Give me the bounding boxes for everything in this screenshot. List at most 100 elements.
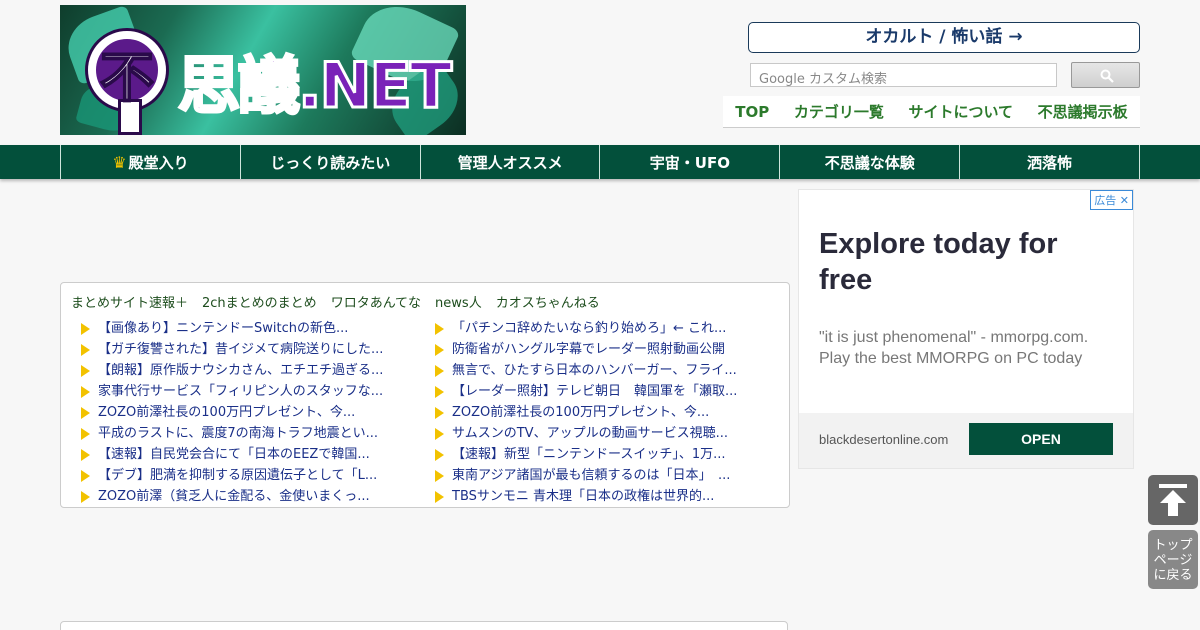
article-link[interactable]: ZOZO前澤（貧乏人に金配る、金使いまくっ... — [98, 485, 370, 504]
article-link[interactable]: 家事代行サービス「フィリピン人のスタッフな... — [98, 380, 383, 399]
list-item[interactable]: 家事代行サービス「フィリピン人のスタッフな... — [79, 379, 429, 400]
list-item[interactable]: ZOZO前澤社長の100万円プレゼント、今... — [79, 400, 429, 421]
bullet-triangle-icon — [81, 406, 90, 419]
partner-site-link[interactable]: news人 — [435, 292, 482, 311]
list-item[interactable]: 「パチンコ辞めたいなら釣り始めろ」← これ... — [433, 316, 783, 337]
partner-site-link[interactable]: まとめサイト速報＋ — [71, 292, 188, 311]
partner-site-link[interactable]: カオスちゃんねる — [496, 292, 600, 311]
list-item[interactable]: ZOZO前澤社長の100万円プレゼント、今... — [433, 400, 783, 421]
site-logo[interactable]: 不 思議.NET — [60, 5, 466, 135]
list-item[interactable]: 【画像あり】ニンテンドーSwitchの新色... — [79, 316, 429, 337]
nav-strange-experience-label: 不思議な体験 — [824, 153, 915, 172]
bullet-triangle-icon — [435, 364, 444, 377]
nav-space-ufo-label: 宇宙・UFO — [649, 153, 730, 172]
bullet-triangle-icon — [435, 469, 444, 482]
article-link[interactable]: 【レーダー照射】テレビ朝日 韓国軍を「瀬取... — [452, 380, 737, 399]
article-link[interactable]: 防衛省がハングル字幕でレーダー照射動画公開 — [452, 338, 725, 357]
article-link[interactable]: 【画像あり】ニンテンドーSwitchの新色... — [98, 317, 348, 336]
bullet-triangle-icon — [435, 448, 444, 461]
article-link[interactable]: 【ガチ復讐された】昔イジメて病院送りにした... — [98, 338, 383, 357]
nav-hall-of-fame[interactable]: ♛ 殿堂入り — [61, 145, 241, 179]
bullet-triangle-icon — [81, 343, 90, 356]
list-item[interactable]: 平成のラストに、震度7の南海トラフ地震とい... — [79, 421, 429, 442]
list-item[interactable]: 【ガチ復讐された】昔イジメて病院送りにした... — [79, 337, 429, 358]
search-input[interactable]: Google カスタム検索 — [750, 63, 1057, 87]
nav-long-reads[interactable]: じっくり読みたい — [241, 145, 421, 179]
search-button[interactable] — [1071, 62, 1140, 88]
article-link[interactable]: 東南アジア諸国が最も信頼するのは「日本」 ... — [452, 464, 730, 483]
top-navigation: TOP カテゴリ一覧 サイトについて 不思議掲示板 — [723, 96, 1140, 128]
article-link[interactable]: 「パチンコ辞めたいなら釣り始めろ」← これ... — [452, 317, 726, 336]
article-link[interactable]: 無言で、ひたすら日本のハンバーガー、フライ... — [452, 359, 737, 378]
list-item[interactable]: TBSサンモニ 青木理「日本の政権は世界的... — [433, 484, 783, 505]
article-link[interactable]: 【速報】新型「ニンテンドースイッチ」、1万... — [452, 443, 726, 462]
advertisement[interactable]: 広告 ✕ Explore today for free "it is just … — [798, 189, 1134, 469]
article-link[interactable]: ZOZO前澤社長の100万円プレゼント、今... — [98, 401, 355, 420]
ad-open-button[interactable]: OPEN — [969, 423, 1113, 455]
arrow-up-icon — [1159, 484, 1187, 516]
article-link[interactable]: 平成のラストに、震度7の南海トラフ地震とい... — [98, 422, 378, 441]
bullet-triangle-icon — [435, 322, 444, 335]
ad-body-text: "it is just phenomenal" - mmorpg.com. Pl… — [819, 329, 1089, 367]
nav-bbs[interactable]: 不思議掲示板 — [1038, 101, 1128, 122]
article-link[interactable]: 【デブ】肥満を抑制する原因遺伝子として「L... — [98, 464, 377, 483]
antenna-links-box: まとめサイト速報＋ 2chまとめのまとめ ワロタあんてな news人 カオスちゃ… — [60, 282, 790, 508]
ad-domain[interactable]: blackdesertonline.com — [819, 432, 948, 447]
back-to-top-page-button[interactable]: トップページに戻る — [1148, 530, 1198, 589]
bullet-triangle-icon — [81, 427, 90, 440]
nav-share-kowa[interactable]: 洒落怖 — [960, 145, 1140, 179]
article-link[interactable]: TBSサンモニ 青木理「日本の政権は世界的... — [452, 485, 714, 504]
list-item[interactable]: 【デブ】肥満を抑制する原因遺伝子として「L... — [79, 463, 429, 484]
bullet-triangle-icon — [435, 406, 444, 419]
article-link[interactable]: 【朗報】原作版ナウシカさん、エチエチ過ぎる... — [98, 359, 383, 378]
list-item[interactable]: 【レーダー照射】テレビ朝日 韓国軍を「瀬取... — [433, 379, 783, 400]
content-box — [60, 621, 788, 630]
list-item[interactable]: 防衛省がハングル字幕でレーダー照射動画公開 — [433, 337, 783, 358]
nav-share-kowa-label: 洒落怖 — [1027, 153, 1073, 172]
partner-site-link[interactable]: 2chまとめのまとめ — [202, 292, 317, 311]
logo-wordmark: 思議.NET — [176, 48, 453, 124]
bullet-triangle-icon — [81, 364, 90, 377]
bullet-triangle-icon — [81, 448, 90, 461]
nav-admin-picks-label: 管理人オススメ — [457, 153, 563, 172]
list-item[interactable]: 【速報】自民党会合にて「日本のEEZで韓国... — [79, 442, 429, 463]
list-item[interactable]: 【朗報】原作版ナウシカさん、エチエチ過ぎる... — [79, 358, 429, 379]
links-column-left: 【画像あり】ニンテンドーSwitchの新色... 【ガチ復讐された】昔イジメて病… — [79, 316, 429, 505]
list-item[interactable]: 東南アジア諸国が最も信頼するのは「日本」 ... — [433, 463, 783, 484]
partner-site-link[interactable]: ワロタあんてな — [331, 292, 421, 311]
nav-category-list[interactable]: カテゴリ一覧 — [794, 101, 884, 122]
list-item[interactable]: 無言で、ひたすら日本のハンバーガー、フライ... — [433, 358, 783, 379]
links-column-right: 「パチンコ辞めたいなら釣り始めろ」← これ... 防衛省がハングル字幕でレーダー… — [433, 316, 783, 505]
nav-hall-of-fame-label: 殿堂入り — [128, 153, 189, 172]
bullet-triangle-icon — [435, 427, 444, 440]
ad-choices-badge[interactable]: 広告 ✕ — [1090, 190, 1133, 210]
list-item[interactable]: 【速報】新型「ニンテンドースイッチ」、1万... — [433, 442, 783, 463]
scroll-to-top-button[interactable] — [1148, 475, 1198, 525]
nav-strange-experience[interactable]: 不思議な体験 — [780, 145, 961, 179]
nav-space-ufo[interactable]: 宇宙・UFO — [600, 145, 781, 179]
ad-footer: blackdesertonline.com OPEN — [799, 413, 1133, 468]
article-link[interactable]: 【速報】自民党会合にて「日本のEEZで韓国... — [98, 443, 370, 462]
bullet-triangle-icon — [81, 469, 90, 482]
article-link[interactable]: ZOZO前澤社長の100万円プレゼント、今... — [452, 401, 709, 420]
nav-top[interactable]: TOP — [735, 103, 769, 121]
crown-icon: ♛ — [112, 152, 127, 172]
nav-admin-picks[interactable]: 管理人オススメ — [421, 145, 601, 179]
bullet-triangle-icon — [435, 343, 444, 356]
article-link[interactable]: サムスンのTV、アップルの動画サービス視聴... — [452, 422, 728, 441]
partner-sites: まとめサイト速報＋ 2chまとめのまとめ ワロタあんてな news人 カオスちゃ… — [71, 292, 600, 311]
bullet-triangle-icon — [81, 385, 90, 398]
search-icon — [1100, 69, 1114, 83]
category-navbar: ♛ 殿堂入り じっくり読みたい 管理人オススメ 宇宙・UFO 不思議な体験 洒落… — [0, 145, 1200, 179]
nav-long-reads-label: じっくり読みたい — [270, 153, 391, 172]
list-item[interactable]: ZOZO前澤（貧乏人に金配る、金使いまくっ... — [79, 484, 429, 505]
list-item[interactable]: サムスンのTV、アップルの動画サービス視聴... — [433, 421, 783, 442]
occult-stories-button[interactable]: オカルト / 怖い話 → — [748, 22, 1140, 53]
bullet-triangle-icon — [435, 385, 444, 398]
nav-about[interactable]: サイトについて — [908, 101, 1013, 122]
bullet-triangle-icon — [435, 490, 444, 503]
logo-emblem-mark: 不 — [99, 44, 155, 110]
ad-headline[interactable]: Explore today for free — [819, 226, 1109, 298]
bullet-triangle-icon — [81, 490, 90, 503]
bullet-triangle-icon — [81, 322, 90, 335]
